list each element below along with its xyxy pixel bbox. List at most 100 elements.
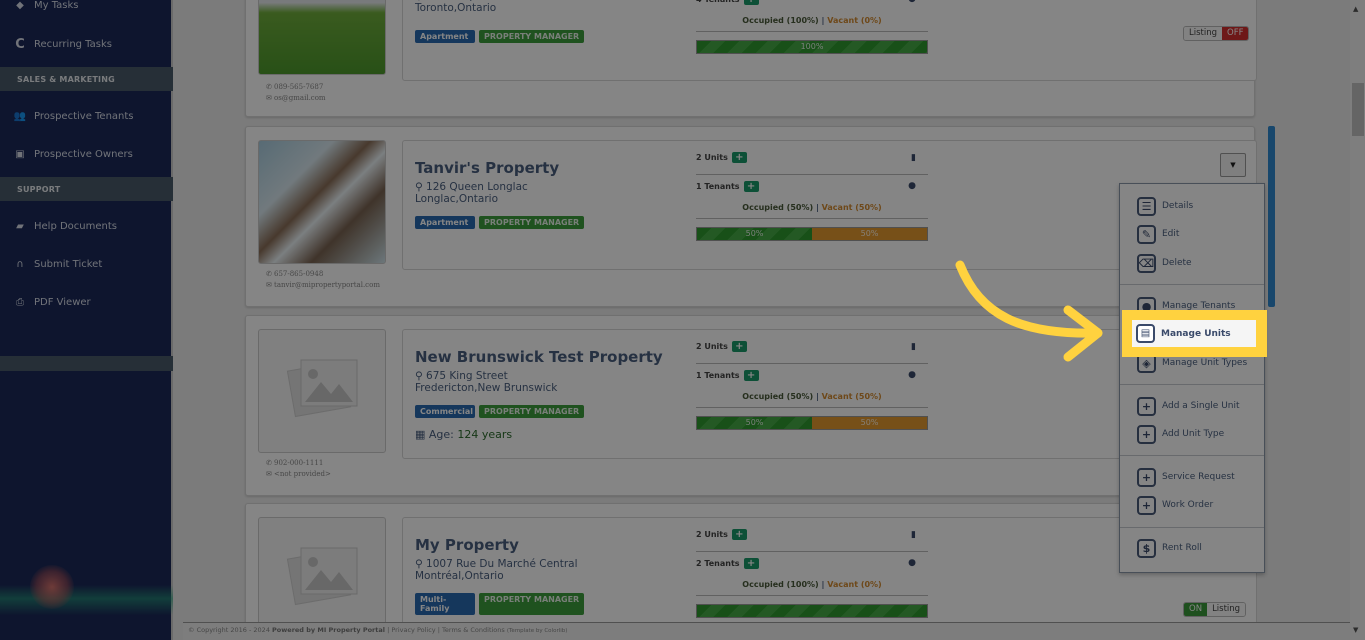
listing-toggle[interactable]: Listing OFF xyxy=(1183,26,1250,41)
add-unit-button[interactable]: + xyxy=(731,152,747,163)
property-stats: 2 Units + ▮ 1 Tenants + ● Occupied (50%) |… xyxy=(696,330,928,430)
occupancy-bar: 100% xyxy=(696,40,928,54)
building-icon: ▮ xyxy=(911,529,916,540)
section-support: SUPPORT xyxy=(0,177,173,201)
property-age: ▦ Age: 124 years xyxy=(415,428,513,441)
section-sales-marketing: SALES & MARKETING xyxy=(0,67,173,91)
building-icon: ▮ xyxy=(911,152,916,163)
building-icon: ▤ xyxy=(1136,324,1155,343)
scroll-thumb[interactable] xyxy=(1352,83,1364,136)
property-name[interactable]: My Property xyxy=(415,536,519,554)
property-address: ⚲ 675 King Street Fredericton,New Brunsw… xyxy=(415,370,558,394)
sidebar-item-label: Recurring Tasks xyxy=(34,38,112,50)
menu-item-delete[interactable]: ⌫ Delete xyxy=(1120,250,1264,276)
units-row: 2 Units + ▮ xyxy=(696,141,928,175)
tenants-row: 2 Tenants + ● xyxy=(696,557,916,569)
sidebar-item-prospective-tenants[interactable]: 👥 Prospective Tenants xyxy=(0,97,173,135)
page-scrollbar[interactable]: ▲ ▼ xyxy=(1350,0,1365,640)
image-placeholder-icon xyxy=(286,359,358,418)
occupancy-summary: Occupied (50%) | Vacant (50%) xyxy=(696,386,928,408)
property-card: ✆089-565-7687 ✉os@gmail.com ⚲ 266 Redpat… xyxy=(245,0,1257,117)
vacant-bar-segment: 50% xyxy=(812,228,927,240)
dollar-icon: $ xyxy=(1137,538,1156,558)
email-text: os@gmail.com xyxy=(274,94,326,102)
vacant-bar-segment: 50% xyxy=(812,417,927,429)
occupancy-bar: 50% 50% xyxy=(696,227,928,241)
sidebar-item-submit-ticket[interactable]: ∩ Submit Ticket xyxy=(0,245,173,283)
role-badge: PROPERTY MANAGER xyxy=(479,405,585,418)
tutorial-highlight: ▤ Manage Units xyxy=(1122,310,1267,357)
property-address: ⚲ 1007 Rue Du Marché Central Montréal,On… xyxy=(415,558,578,582)
units-row: 2 Units + ▮ xyxy=(696,518,928,552)
occupied-bar-segment: 50% xyxy=(697,228,812,240)
sidebar-item-help-documents[interactable]: ▰ Help Documents xyxy=(0,207,173,245)
property-photo[interactable] xyxy=(258,0,386,75)
phone-icon: ✆ xyxy=(266,83,272,91)
email-icon: ✉ xyxy=(266,281,272,289)
add-unit-button[interactable]: + xyxy=(731,341,747,352)
sidebar-item-recurring-tasks[interactable]: C Recurring Tasks xyxy=(0,25,173,63)
add-tenant-button[interactable]: + xyxy=(743,369,759,381)
highlighted-manage-units[interactable]: ▤ Manage Units xyxy=(1132,320,1256,347)
property-contact: ✆ 089-565-7687 ✉ os@gmail.com xyxy=(266,83,326,102)
sidebar-item-prospective-owners[interactable]: ▣ Prospective Owners xyxy=(0,135,173,173)
menu-divider xyxy=(1120,527,1264,528)
list-icon: ☰ xyxy=(1137,196,1156,216)
user-avatar[interactable] xyxy=(30,565,74,609)
listing-toggle[interactable]: ON Listing xyxy=(1183,602,1247,617)
add-unit-button[interactable]: + xyxy=(731,529,747,540)
property-card: My Property ⚲ 1007 Rue Du Marché Central… xyxy=(245,503,1257,640)
property-stats: 2 Units + ▮ 2 Tenants + ● Occupied (100%) … xyxy=(696,518,928,618)
property-address: ⚲ 126 Queen Longlac Longlac,Ontario xyxy=(415,181,528,205)
plus-icon: + xyxy=(1137,467,1156,487)
sidebar-item-my-tasks[interactable]: ◆ My Tasks xyxy=(0,0,173,24)
property-type-badge: Apartment xyxy=(415,216,475,229)
phone-icon: ✆ xyxy=(266,270,272,278)
tenants-row: 4 Tenants+ ● xyxy=(696,0,928,10)
property-details: ⚲ 266 Redpat Ave Toronto,Ontario Apartme… xyxy=(402,0,1257,81)
sidebar-item-label: Help Documents xyxy=(34,220,117,232)
add-tenant-button[interactable]: + xyxy=(743,557,759,569)
sidebar-divider xyxy=(0,356,173,371)
menu-item-service-request[interactable]: + Service Request xyxy=(1120,464,1264,490)
menu-item-add-single-unit[interactable]: + Add a Single Unit xyxy=(1120,393,1264,419)
property-type-badge: Multi-Family xyxy=(415,593,475,615)
phone-icon: ✆ xyxy=(266,459,272,467)
calendar-icon: ▦ xyxy=(415,428,426,441)
privacy-link[interactable]: Privacy Policy xyxy=(391,626,435,634)
actions-dropdown-button[interactable]: ▼ xyxy=(1220,153,1246,177)
tenants-row: 1 Tenants + ● xyxy=(696,369,916,381)
scroll-down-arrow[interactable]: ▼ xyxy=(1353,626,1358,634)
occupancy-bar xyxy=(696,604,928,618)
property-name[interactable]: New Brunswick Test Property xyxy=(415,348,663,366)
menu-item-edit[interactable]: ✎ Edit xyxy=(1120,221,1264,247)
refresh-icon: C xyxy=(15,36,25,52)
selected-card-accent xyxy=(1268,126,1275,307)
add-tenant-button[interactable]: + xyxy=(743,180,759,192)
email-icon: ✉ xyxy=(266,470,272,478)
terms-link[interactable]: Terms & Conditions xyxy=(442,626,505,634)
property-name[interactable]: Tanvir's Property xyxy=(415,159,559,177)
book-icon: ▰ xyxy=(16,220,24,232)
menu-item-details[interactable]: ☰ Details xyxy=(1120,193,1264,219)
menu-item-add-unit-type[interactable]: + Add Unit Type xyxy=(1120,421,1264,447)
role-badge: PROPERTY MANAGER xyxy=(479,216,585,229)
add-tenant-button[interactable]: + xyxy=(743,0,759,5)
occupancy-summary: Occupied (100%) | Vacant (0%) xyxy=(696,10,928,32)
actions-menu: ☰Details ✎Edit ⌫Delete ●Manage Tenants ▤… xyxy=(1119,183,1265,573)
occupancy-summary: Occupied (100%) | Vacant (0%) xyxy=(696,574,928,596)
sidebar-item-label: Submit Ticket xyxy=(34,258,103,270)
users-icon: ● xyxy=(908,0,916,4)
property-photo-placeholder[interactable] xyxy=(258,329,386,453)
phone-text: 089-565-7687 xyxy=(274,83,324,91)
menu-divider xyxy=(1120,455,1264,456)
tenants-row: 1 Tenants + ● xyxy=(696,180,916,192)
menu-item-rent-roll[interactable]: $ Rent Roll xyxy=(1120,535,1264,561)
sidebar-item-pdf-viewer[interactable]: ⎙ PDF Viewer xyxy=(0,283,173,321)
email-icon: ✉ xyxy=(266,94,272,102)
scroll-up-arrow[interactable]: ▲ xyxy=(1353,5,1358,13)
menu-item-work-order[interactable]: + Work Order xyxy=(1120,492,1264,518)
property-photo[interactable] xyxy=(258,140,386,264)
property-type-badge: Commercial xyxy=(415,405,475,418)
tag-icon: ◆ xyxy=(16,0,24,11)
